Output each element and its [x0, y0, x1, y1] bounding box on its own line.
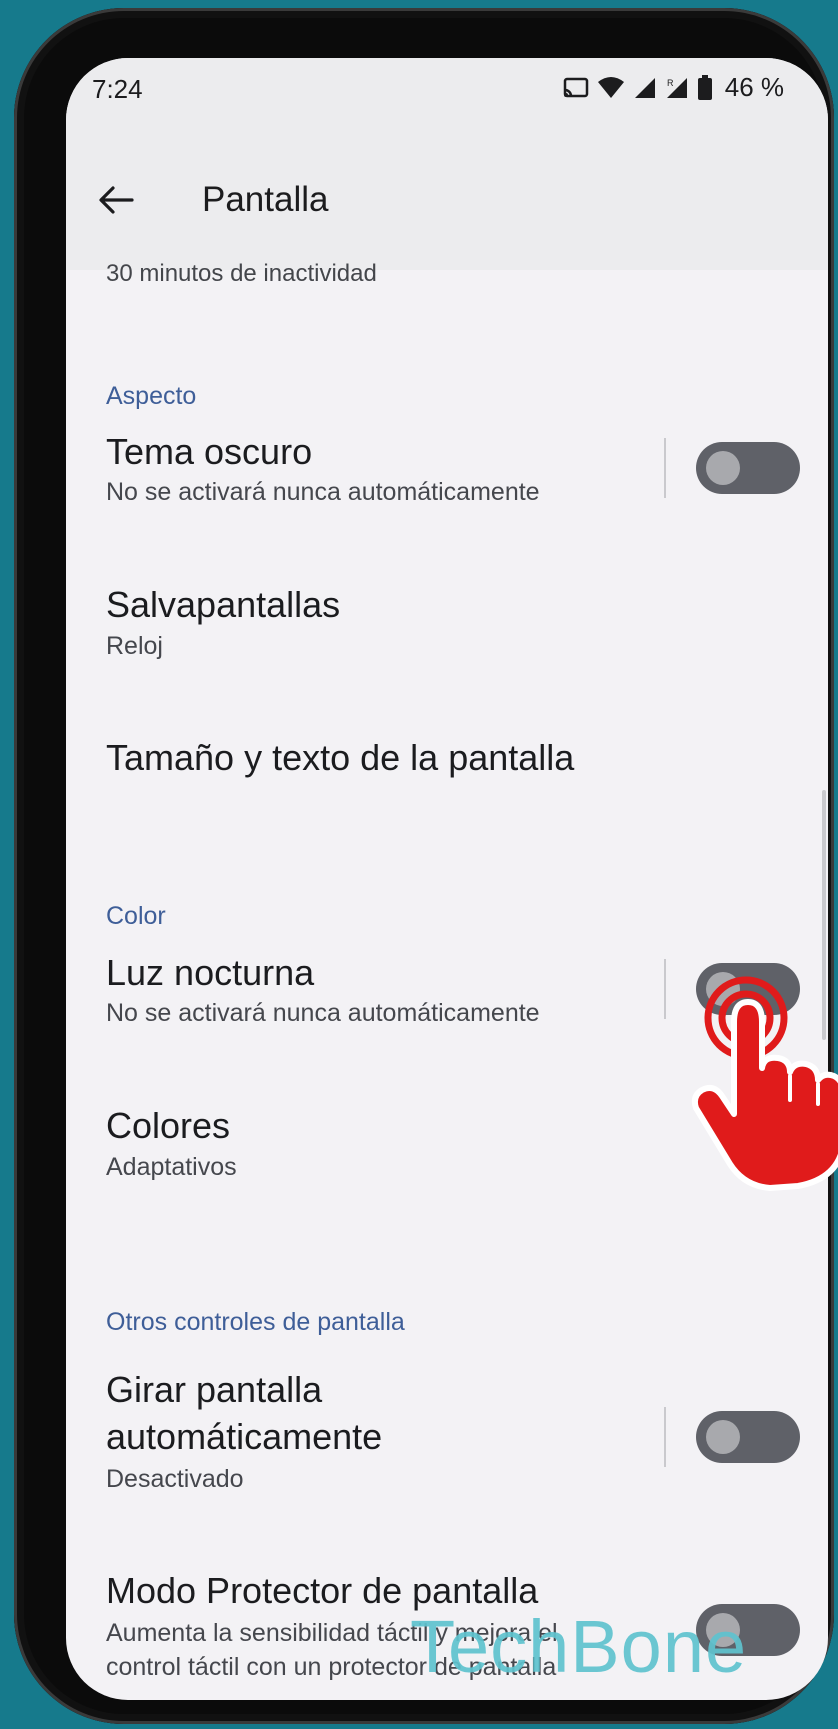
arrow-left-icon	[99, 186, 134, 214]
girar-title-line1: Girar pantalla	[106, 1369, 323, 1410]
toggle-knob	[706, 1420, 740, 1454]
salvapantallas-subtitle: Reloj	[106, 632, 163, 660]
luz-nocturna-title: Luz nocturna	[106, 952, 315, 993]
status-bar: 7:24 R 46 %	[66, 58, 828, 126]
phone-screen: 7:24 R 46 % Pantalla 30 minutos de inact…	[66, 58, 828, 1700]
setting-item-colores[interactable]	[66, 1080, 828, 1220]
status-time: 7:24	[92, 74, 143, 104]
toggle-knob	[706, 451, 740, 485]
luz-nocturna-toggle[interactable]	[696, 963, 800, 1015]
cast-icon	[563, 77, 588, 97]
tema-oscuro-title: Tema oscuro	[106, 431, 313, 472]
girar-title-line2: automáticamente	[106, 1416, 383, 1457]
page-title: Pantalla	[202, 180, 329, 219]
screen-timeout-subtitle: 30 minutos de inactividad	[106, 260, 377, 287]
battery-percentage: 46 %	[724, 72, 784, 102]
app-bar: Pantalla	[66, 126, 828, 270]
signal-icon	[634, 77, 655, 98]
watermark: TechBone	[410, 1605, 748, 1688]
phone-frame: 7:24 R 46 % Pantalla 30 minutos de inact…	[14, 8, 834, 1724]
divider	[664, 1407, 666, 1467]
salvapantallas-title: Salvapantallas	[106, 584, 341, 625]
tema-oscuro-toggle[interactable]	[696, 442, 800, 494]
girar-subtitle: Desactivado	[106, 1465, 244, 1493]
wifi-icon	[597, 76, 624, 98]
toggle-knob	[706, 972, 740, 1006]
colores-title: Colores	[106, 1105, 231, 1146]
back-button[interactable]	[90, 174, 142, 226]
tamano-texto-title: Tamaño y texto de la pantalla	[106, 737, 575, 778]
girar-pantalla-toggle[interactable]	[696, 1411, 800, 1463]
divider	[664, 959, 666, 1019]
colores-subtitle: Adaptativos	[106, 1153, 237, 1181]
luz-nocturna-subtitle: No se activará nunca automáticamente	[106, 999, 540, 1027]
status-icons: R 46 %	[563, 72, 784, 103]
signal-roaming-icon: R	[666, 77, 687, 98]
battery-icon	[697, 74, 712, 100]
divider	[664, 438, 666, 498]
svg-text:R: R	[667, 78, 674, 88]
scrollbar[interactable]	[822, 790, 826, 1040]
tema-oscuro-subtitle: No se activará nunca automáticamente	[106, 478, 540, 506]
settings-list: 30 minutos de inactividad Aspecto Tema o…	[66, 260, 828, 1700]
